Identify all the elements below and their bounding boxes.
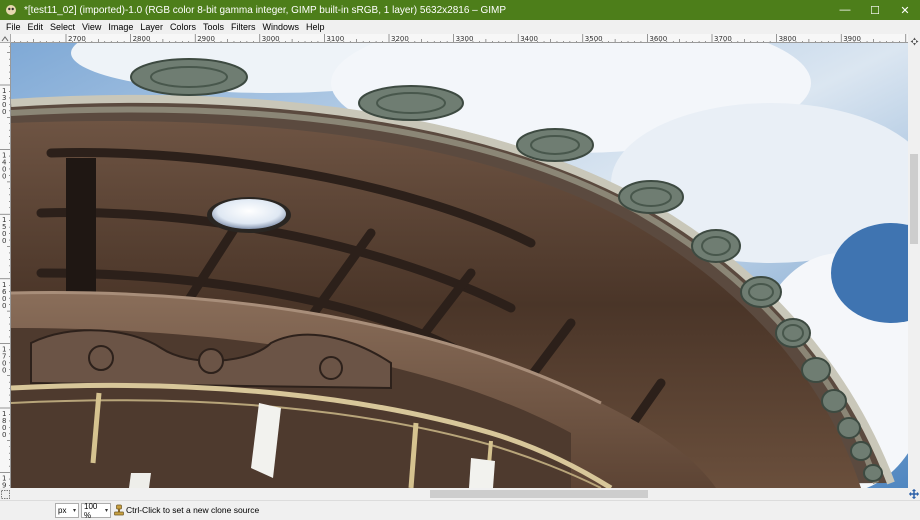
horizontal-scrollbar[interactable]: [0, 488, 920, 500]
zoom-fit-icon[interactable]: [908, 488, 920, 500]
menu-windows[interactable]: Windows: [259, 20, 303, 34]
menu-file[interactable]: File: [0, 20, 24, 34]
menu-bar: File Edit Select View Image Layer Colors…: [0, 20, 920, 34]
ruler-label: 3700: [714, 35, 732, 43]
vertical-ruler[interactable]: 1300140015001600170018001900: [0, 43, 11, 488]
chevron-down-icon: ▾: [104, 508, 108, 514]
navigate-icon[interactable]: [908, 34, 920, 48]
clone-stamp-icon: [113, 504, 125, 516]
menu-edit[interactable]: Edit: [24, 20, 47, 34]
ruler-label: 0: [2, 431, 6, 439]
ruler-label: 3300: [456, 35, 474, 43]
ruler-corner[interactable]: [0, 34, 11, 43]
image-canvas[interactable]: [11, 43, 908, 488]
ruler-label: 0: [2, 237, 6, 245]
ruler-label: 3600: [649, 35, 667, 43]
zoom-selector[interactable]: 100 % ▾: [81, 501, 111, 520]
menu-tools[interactable]: Tools: [199, 20, 227, 34]
menu-help[interactable]: Help: [302, 20, 328, 34]
ruler-label: 3900: [843, 35, 861, 43]
vertical-scrollbar[interactable]: [908, 34, 920, 488]
unit-value: px: [58, 506, 67, 515]
gimp-icon: [4, 3, 18, 17]
ruler-label: 0: [2, 173, 6, 181]
ruler-label: 2700: [68, 35, 86, 43]
ruler-label: 3800: [779, 35, 797, 43]
title-bar: *[test11_02] (imported)-1.0 (RGB color 8…: [0, 0, 920, 20]
temple-roof-photo: [11, 43, 908, 488]
vertical-scroll-thumb[interactable]: [910, 154, 918, 244]
status-bar: px ▾ 100 % ▾ Ctrl-Click to set a new clo…: [0, 500, 920, 520]
menu-layer[interactable]: Layer: [137, 20, 167, 34]
chevron-down-icon: ▾: [72, 508, 76, 514]
minimize-button[interactable]: —: [830, 0, 860, 20]
close-button[interactable]: ✕: [890, 0, 920, 20]
menu-select[interactable]: Select: [47, 20, 79, 34]
horizontal-scroll-track[interactable]: [12, 490, 906, 498]
horizontal-scroll-thumb[interactable]: [430, 490, 648, 498]
ruler-label: 3200: [391, 35, 409, 43]
ruler-label: 2800: [133, 35, 151, 43]
quick-mask-icon[interactable]: [0, 488, 11, 500]
vertical-scroll-track[interactable]: [910, 50, 918, 486]
ruler-label: 3100: [326, 35, 344, 43]
status-message: Ctrl-Click to set a new clone source: [126, 505, 260, 515]
ruler-label: 0: [2, 366, 6, 374]
maximize-button[interactable]: ☐: [860, 0, 890, 20]
unit-selector[interactable]: px ▾: [55, 503, 79, 518]
window-title: *[test11_02] (imported)-1.0 (RGB color 8…: [24, 4, 507, 16]
ruler-label: 3400: [520, 35, 538, 43]
menu-image[interactable]: Image: [105, 20, 137, 34]
menu-view[interactable]: View: [79, 20, 105, 34]
ruler-label: 3500: [585, 35, 603, 43]
zoom-value: 100 %: [84, 501, 98, 520]
ruler-label: 2900: [197, 35, 215, 43]
menu-colors[interactable]: Colors: [166, 20, 199, 34]
ruler-label: 0: [2, 302, 6, 310]
horizontal-ruler[interactable]: 2700 2800 2900 3000 3100 3200 3300 3400 3500 3600…: [11, 34, 908, 43]
ruler-label: 3000: [262, 35, 280, 43]
ruler-label: 0: [2, 108, 6, 116]
menu-filters[interactable]: Filters: [227, 20, 259, 34]
